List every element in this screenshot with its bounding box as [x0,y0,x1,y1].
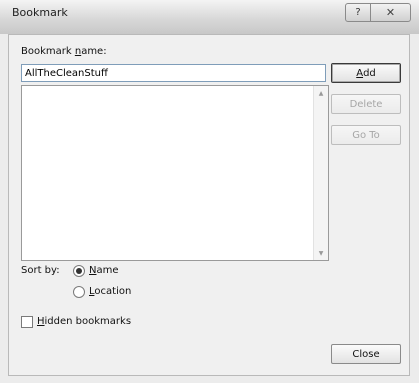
caption-buttons: ? ✕ [345,3,411,22]
sort-name-radio[interactable] [73,265,85,277]
sort-name-label[interactable]: Name [89,265,119,276]
sort-location-label[interactable]: Location [89,286,131,297]
goto-button[interactable]: Go To [331,125,401,145]
title-bar: Bookmark ? ✕ [0,0,419,34]
bookmark-list[interactable]: ▲ ▼ [21,85,329,261]
bookmark-name-input[interactable] [21,64,326,82]
hidden-bookmarks-label[interactable]: Hidden bookmarks [37,316,131,327]
scroll-up-icon[interactable]: ▲ [314,86,328,100]
list-scrollbar[interactable]: ▲ ▼ [313,86,328,260]
scroll-down-icon[interactable]: ▼ [314,246,328,260]
add-button[interactable]: Add [331,63,401,83]
window-title: Bookmark [12,6,68,19]
dialog-body: Bookmark name: ▲ ▼ Add Delete Go To Sort… [8,34,410,376]
close-button[interactable]: Close [331,344,401,364]
sort-by-label: Sort by: [21,265,60,276]
close-icon: ✕ [385,6,396,19]
close-window-button[interactable]: ✕ [371,4,410,21]
help-icon: ? [355,7,361,18]
delete-button[interactable]: Delete [331,94,401,114]
sort-location-radio[interactable] [73,286,85,298]
help-button[interactable]: ? [346,4,371,21]
hidden-bookmarks-checkbox[interactable] [21,316,33,328]
bookmark-name-label: Bookmark name: [21,46,107,57]
